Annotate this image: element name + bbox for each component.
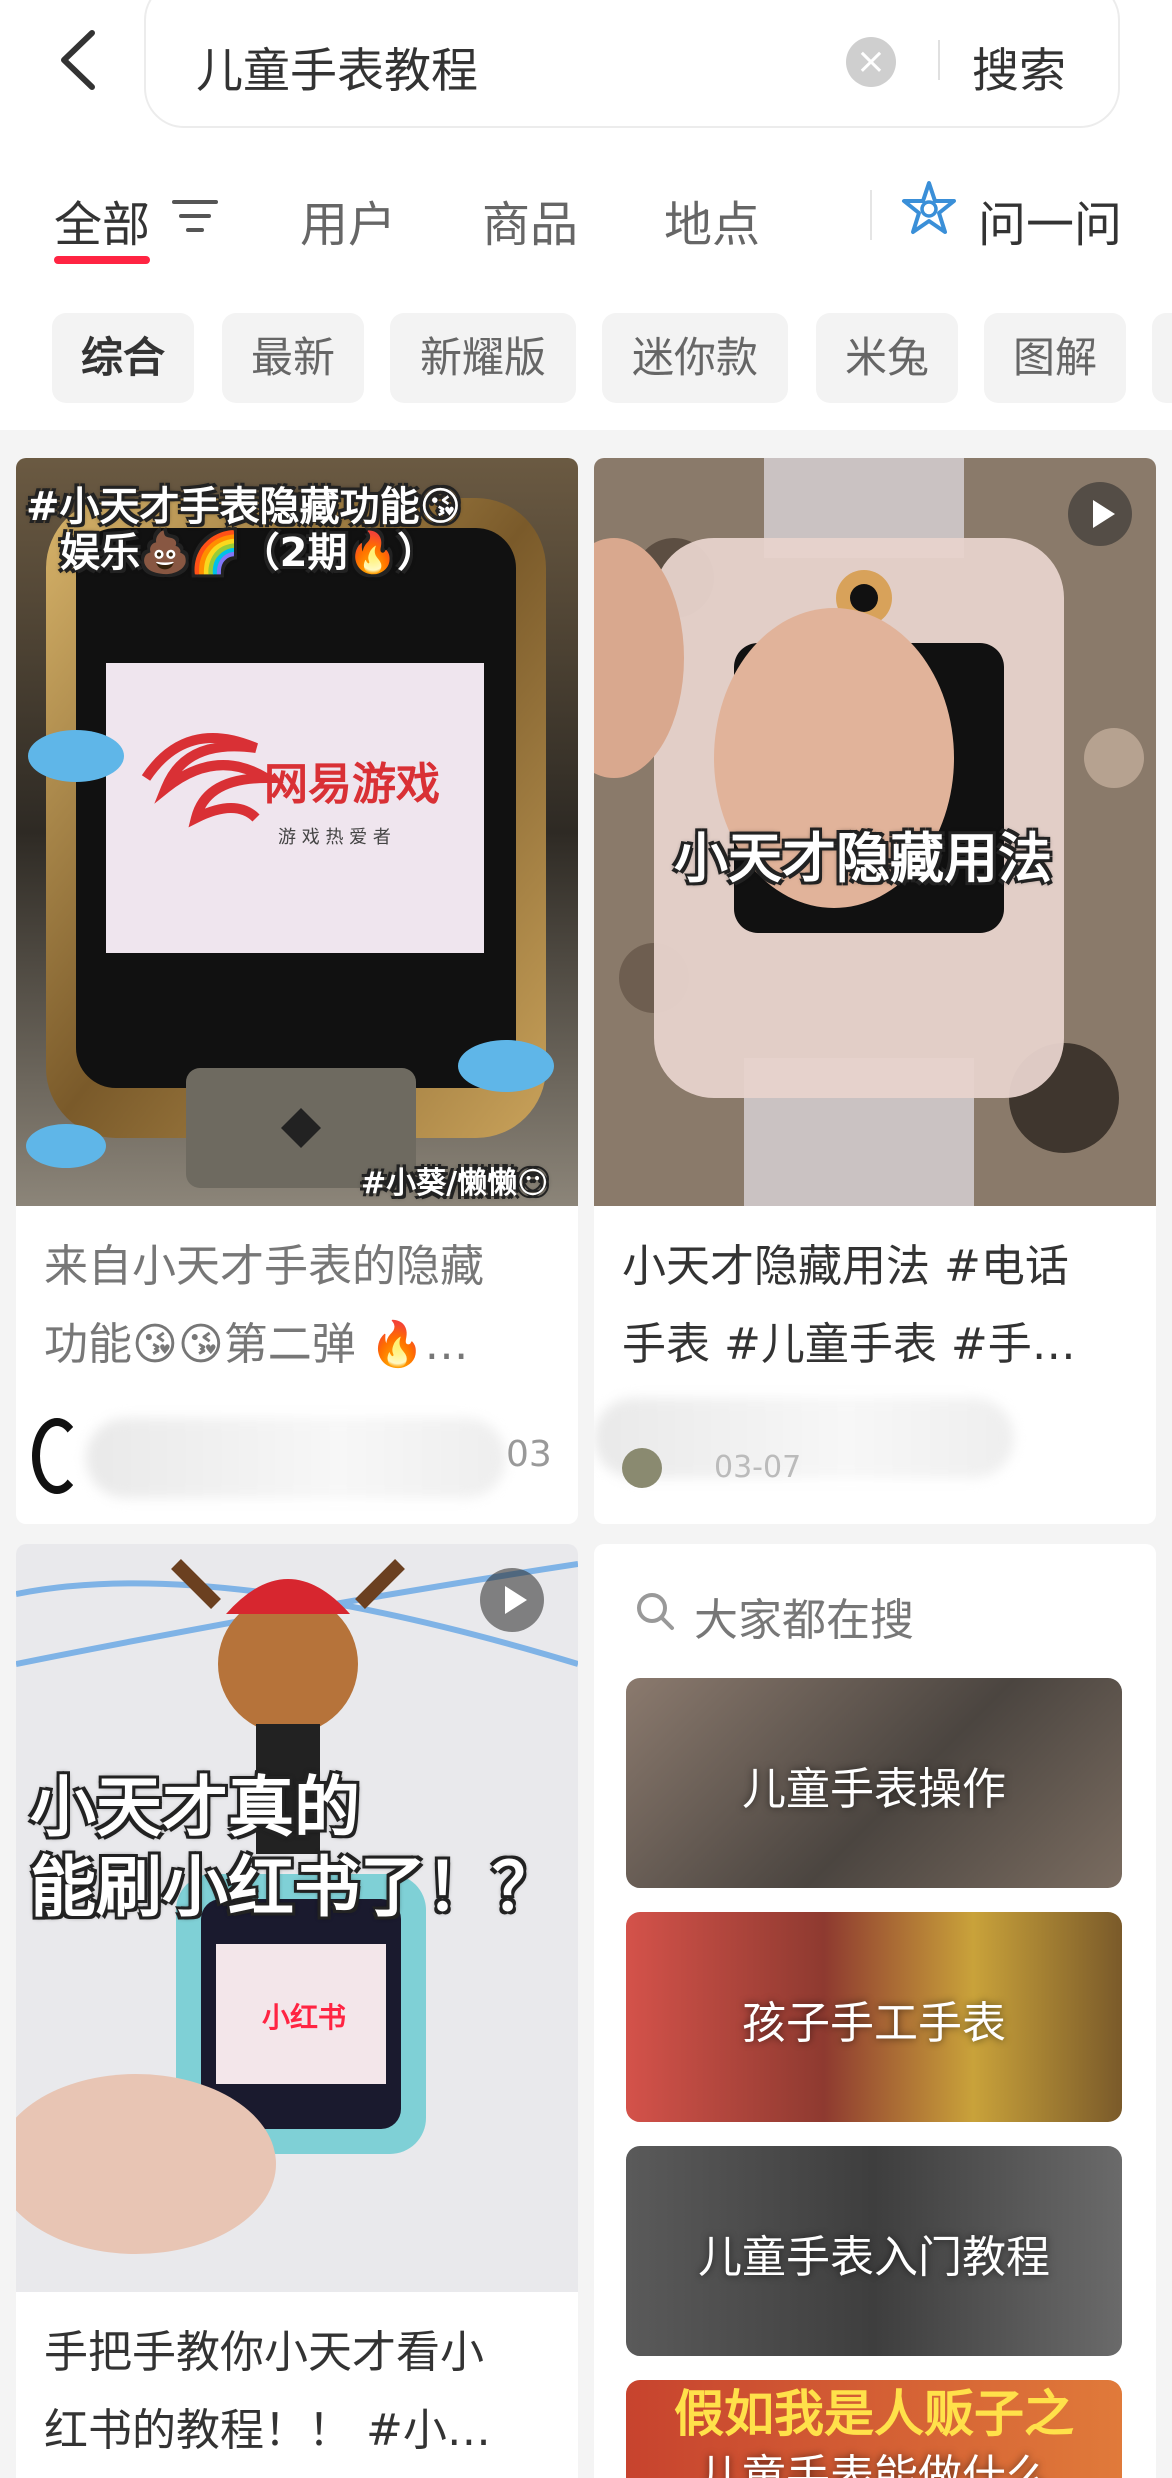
cover-overlay-title: 小天才隐藏用法 bbox=[674, 827, 1052, 890]
suggestions-card: 大家都在搜 儿童手表操作 孩子手工手表 儿童手表入门教程 假如我是人贩子之 儿童… bbox=[594, 1544, 1156, 2478]
note-title: 小天才隐藏用法 #电话 手表 #儿童手表 #手… bbox=[622, 1241, 1076, 1370]
chip-more[interactable] bbox=[1152, 313, 1172, 403]
clear-icon[interactable]: × bbox=[846, 37, 896, 87]
note-date: 03-07 bbox=[714, 1450, 802, 1485]
search-input[interactable]: 儿童手表教程 × 搜索 bbox=[144, 0, 1120, 128]
search-button[interactable]: 搜索 bbox=[972, 32, 1066, 101]
play-icon bbox=[1068, 482, 1132, 546]
cover-overlay-tag: #小葵/懒懒😶 bbox=[361, 1166, 549, 1201]
cover-overlay-subtitle: 娱乐💩🌈（2期🔥） bbox=[60, 530, 438, 576]
search-icon bbox=[637, 1593, 674, 1630]
screen-logo-text: 小红书 bbox=[262, 2001, 347, 2034]
suggestion-label: 孩子手工手表 bbox=[742, 1998, 1006, 2049]
filter-chips: 综合 最新 新耀版 迷你款 米兔 图解 bbox=[0, 280, 1172, 430]
tab-users[interactable]: 用户 bbox=[300, 185, 396, 255]
suggestion-item[interactable]: 儿童手表操作 bbox=[626, 1678, 1122, 1888]
avatar[interactable] bbox=[32, 1418, 82, 1494]
chip-diagram[interactable]: 图解 bbox=[984, 313, 1126, 403]
back-button[interactable] bbox=[50, 25, 110, 95]
note-card[interactable]: #小天才手表隐藏功能😘 娱乐💩🌈（2期🔥） 网易游戏 游 戏 热 爱 者 #小葵… bbox=[16, 458, 578, 1524]
note-cover: 小天才真的 能刷小红书了！？ 小红书 bbox=[16, 1544, 578, 2292]
tab-places[interactable]: 地点 bbox=[664, 185, 760, 255]
chip-mitu[interactable]: 米兔 bbox=[816, 313, 958, 403]
tab-goods[interactable]: 商品 bbox=[482, 185, 578, 255]
suggestion-item[interactable]: 儿童手表入门教程 bbox=[626, 2146, 1122, 2356]
sparkle-star-icon bbox=[902, 181, 956, 234]
cover-overlay-line2: 能刷小红书了！？ bbox=[30, 1849, 558, 1926]
suggestion-label: 儿童手表操作 bbox=[742, 1764, 1006, 1815]
note-date: 03 bbox=[506, 1434, 552, 1475]
suggestion-cover-text: 假如我是人贩子之 bbox=[674, 2385, 1074, 2443]
chip-mini[interactable]: 迷你款 bbox=[602, 313, 788, 403]
divider bbox=[938, 40, 940, 80]
tab-all[interactable]: 全部 bbox=[54, 185, 150, 255]
note-cover: 小天才隐藏用法 bbox=[594, 458, 1156, 1206]
note-card[interactable]: 小天才真的 能刷小红书了！？ 小红书 手把手教你小天才看小 红书的教程！！ #小… bbox=[16, 1544, 578, 2478]
chip-latest[interactable]: 最新 bbox=[222, 313, 364, 403]
suggestion-item[interactable]: 假如我是人贩子之 儿童手表能做什么 bbox=[626, 2380, 1122, 2478]
top-bar: 儿童手表教程 × 搜索 bbox=[0, 0, 1172, 150]
chip-comprehensive[interactable]: 综合 bbox=[52, 313, 194, 403]
chevron-left-icon bbox=[61, 30, 95, 90]
note-title: 来自小天才手表的隐藏 功能😘😘第二弹 🔥… bbox=[44, 1241, 484, 1370]
divider bbox=[870, 190, 872, 240]
suggestion-label: 儿童手表能做什么 bbox=[698, 2451, 1050, 2478]
avatar[interactable] bbox=[622, 1448, 662, 1488]
screen-logo-text: 网易游戏 bbox=[264, 759, 440, 810]
play-icon bbox=[480, 1568, 544, 1632]
suggestion-item[interactable]: 孩子手工手表 bbox=[626, 1912, 1122, 2122]
note-cover: #小天才手表隐藏功能😘 娱乐💩🌈（2期🔥） 网易游戏 游 戏 热 爱 者 #小葵… bbox=[16, 458, 578, 1206]
filter-icon[interactable] bbox=[172, 198, 218, 234]
note-title: 手把手教你小天才看小 红书的教程！！ #小… bbox=[44, 2327, 491, 2456]
screen-logo-subtext: 游 戏 热 爱 者 bbox=[278, 827, 391, 848]
note-card[interactable]: 小天才隐藏用法 小天才隐藏用法 #电话 手表 #儿童手表 #手… 03-07 bbox=[594, 458, 1156, 1524]
active-tab-indicator bbox=[54, 256, 150, 264]
suggestion-label: 儿童手表入门教程 bbox=[698, 2232, 1050, 2283]
search-query: 儿童手表教程 bbox=[196, 44, 478, 99]
ask-label: 问一问 bbox=[978, 197, 1123, 253]
blurred-author bbox=[86, 1418, 506, 1498]
chip-new-yao[interactable]: 新耀版 bbox=[390, 313, 576, 403]
result-tabs: 全部 用户 商品 地点 问一问 bbox=[0, 150, 1172, 280]
